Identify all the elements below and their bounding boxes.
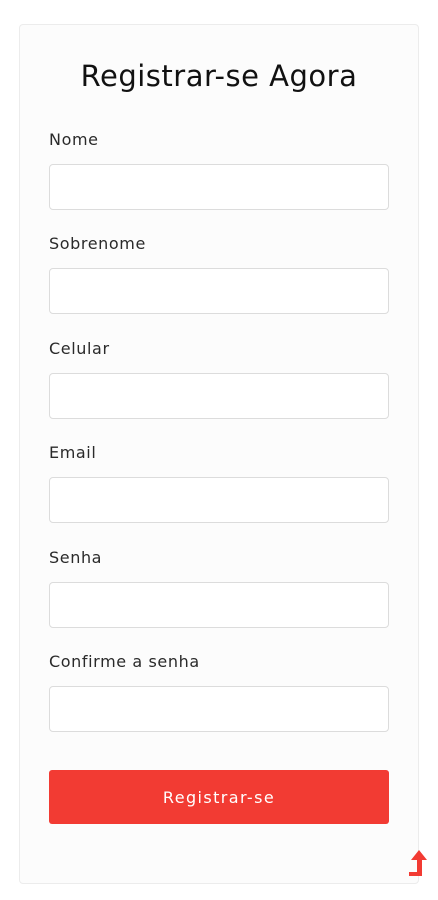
first-name-input[interactable] — [49, 164, 389, 210]
password-input[interactable] — [49, 582, 389, 628]
confirm-password-label: Confirme a senha — [49, 652, 200, 671]
page: Registrar-se Agora Nome Sobrenome Celula… — [0, 0, 438, 900]
password-label: Senha — [49, 548, 103, 567]
arrow-up-icon — [409, 850, 427, 876]
email-label: Email — [49, 443, 97, 462]
phone-input[interactable] — [49, 373, 389, 419]
register-button[interactable]: Registrar-se — [49, 770, 389, 824]
first-name-label: Nome — [49, 130, 99, 149]
phone-label: Celular — [49, 339, 110, 358]
confirm-password-input[interactable] — [49, 686, 389, 732]
scroll-to-top-button[interactable] — [407, 848, 431, 882]
page-title: Registrar-se Agora — [80, 59, 358, 93]
last-name-input[interactable] — [49, 268, 389, 314]
last-name-label: Sobrenome — [49, 234, 146, 253]
email-input[interactable] — [49, 477, 389, 523]
